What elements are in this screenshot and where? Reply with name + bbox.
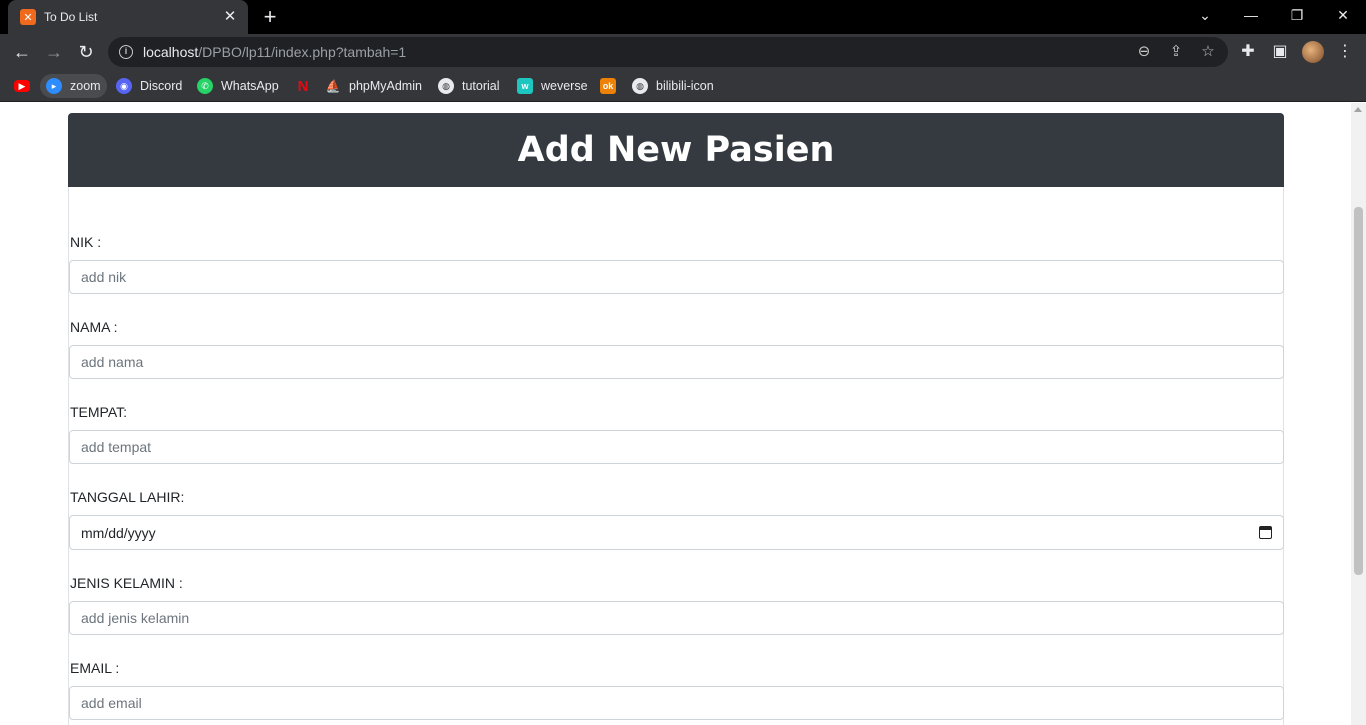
- nama-input[interactable]: [69, 345, 1284, 379]
- date-value: mm/dd/yyyy: [81, 524, 156, 541]
- bookmark-netflix[interactable]: N: [295, 74, 319, 98]
- jenis-kelamin-label: JENIS KELAMIN :: [70, 575, 183, 591]
- bookmark-discord[interactable]: ◉ Discord: [116, 74, 182, 98]
- side-panel-icon[interactable]: ▣: [1268, 40, 1292, 64]
- page-viewport: Add New Pasien NIK : NAMA : TEMPAT: TANG…: [0, 103, 1366, 725]
- whatsapp-icon: ✆: [197, 78, 213, 94]
- share-icon[interactable]: ⇪: [1164, 40, 1188, 64]
- url-text[interactable]: localhost/DPBO/lp11/index.php?tambah=1: [143, 44, 1132, 60]
- site-info-icon[interactable]: i: [119, 45, 133, 59]
- zoom-icon: ▸: [46, 78, 62, 94]
- bookmark-phpmyadmin[interactable]: ⛵ phpMyAdmin: [325, 74, 422, 98]
- xampp-icon: ✕: [20, 9, 36, 25]
- extensions-icon[interactable]: ✚: [1236, 40, 1260, 64]
- tanggal-lahir-label: TANGGAL LAHIR:: [70, 489, 185, 505]
- nik-label: NIK :: [70, 234, 102, 250]
- form-card: Add New Pasien NIK : NAMA : TEMPAT: TANG…: [68, 113, 1284, 725]
- minimize-button[interactable]: —: [1228, 0, 1274, 30]
- email-label: EMAIL :: [70, 660, 120, 676]
- bookmark-whatsapp[interactable]: ✆ WhatsApp: [197, 74, 279, 98]
- tempat-label: TEMPAT:: [70, 404, 128, 420]
- globe-icon: ◍: [438, 78, 454, 94]
- reload-button[interactable]: ↻: [73, 39, 99, 65]
- odnoklassniki-icon: ok: [600, 78, 616, 94]
- globe-icon: ◍: [632, 78, 648, 94]
- bookmark-odnoklassniki[interactable]: ok: [600, 74, 624, 98]
- tanggal-lahir-input[interactable]: mm/dd/yyyy: [69, 515, 1284, 550]
- email-input[interactable]: [69, 686, 1284, 720]
- back-button[interactable]: ←: [9, 39, 35, 65]
- card-header: Add New Pasien: [68, 113, 1284, 187]
- weverse-icon: w: [517, 78, 533, 94]
- scroll-up-arrow-icon[interactable]: [1354, 107, 1362, 112]
- bookmark-tutorial[interactable]: ◍ tutorial: [438, 74, 500, 98]
- forward-button[interactable]: →: [41, 39, 67, 65]
- jenis-kelamin-input[interactable]: [69, 601, 1284, 635]
- bookmarks-bar: ▶ ▸ zoom ◉ Discord ✆ WhatsApp N ⛵ phpMyA…: [0, 70, 1366, 102]
- discord-icon: ◉: [116, 78, 132, 94]
- close-tab-icon[interactable]: ✕: [222, 9, 238, 25]
- browser-toolbar: ← → ↻ i localhost/DPBO/lp11/index.php?ta…: [0, 34, 1366, 70]
- youtube-icon: ▶: [14, 80, 30, 92]
- tab-title: To Do List: [44, 10, 98, 24]
- nama-label: NAMA :: [70, 319, 118, 335]
- tab-strip: ✕ To Do List ✕ + ⌄ — ❐ ✕: [0, 0, 1366, 34]
- page-title: Add New Pasien: [517, 130, 835, 170]
- bookmark-zoom[interactable]: ▸ zoom: [40, 74, 107, 98]
- tab-search-icon[interactable]: ⌄: [1182, 0, 1228, 30]
- browser-tab[interactable]: ✕ To Do List ✕: [8, 0, 248, 34]
- bookmark-bilibili[interactable]: ◍ bilibili-icon: [632, 74, 714, 98]
- vertical-scrollbar[interactable]: [1351, 103, 1366, 725]
- restore-button[interactable]: ❐: [1274, 0, 1320, 30]
- close-window-button[interactable]: ✕: [1320, 0, 1366, 30]
- address-bar[interactable]: i localhost/DPBO/lp11/index.php?tambah=1…: [108, 37, 1228, 67]
- profile-avatar[interactable]: [1302, 41, 1324, 63]
- bookmark-star-icon[interactable]: ☆: [1196, 40, 1220, 64]
- netflix-icon: N: [297, 77, 309, 95]
- menu-icon[interactable]: ⋮: [1333, 40, 1357, 64]
- calendar-icon[interactable]: [1259, 526, 1272, 539]
- scrollbar-thumb[interactable]: [1354, 207, 1363, 575]
- bookmark-weverse[interactable]: w weverse: [517, 74, 588, 98]
- phpmyadmin-icon: ⛵: [325, 79, 341, 93]
- new-tab-button[interactable]: +: [258, 6, 282, 28]
- bookmark-youtube[interactable]: ▶: [14, 74, 38, 98]
- zoom-icon[interactable]: ⊖: [1132, 40, 1156, 64]
- nik-input[interactable]: [69, 260, 1284, 294]
- tempat-input[interactable]: [69, 430, 1284, 464]
